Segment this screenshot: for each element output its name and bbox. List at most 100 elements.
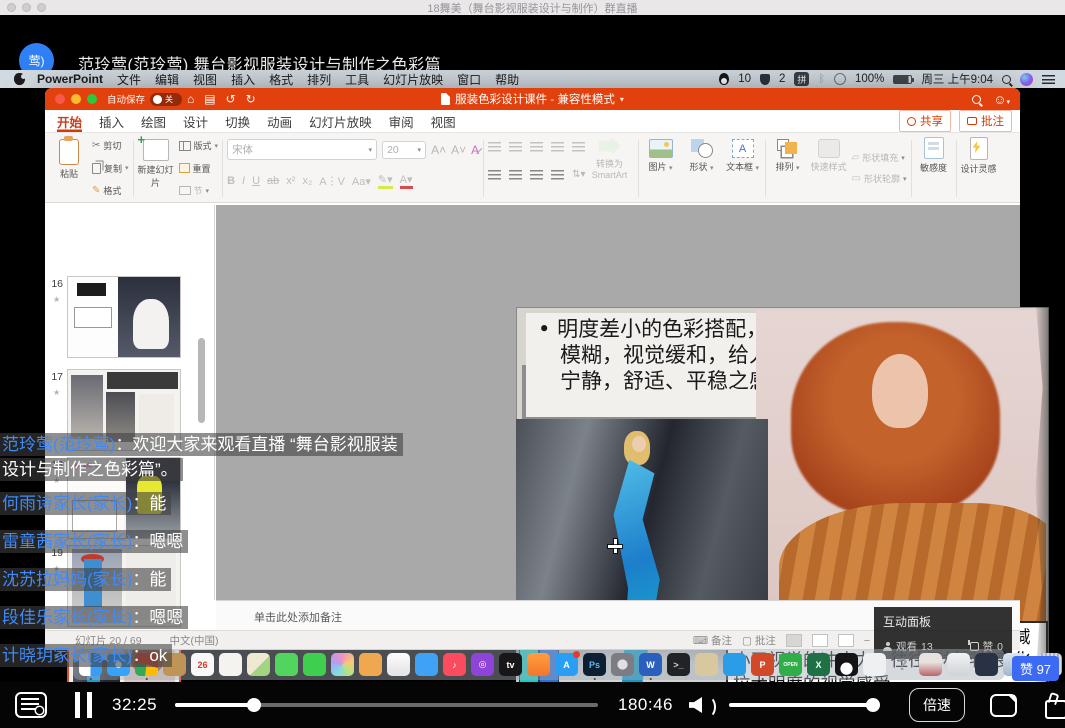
powerpoint-traffic-lights[interactable] <box>55 94 97 104</box>
copy-button[interactable]: 复制▾ <box>92 162 129 175</box>
tab-transitions[interactable]: 切换 <box>225 110 250 132</box>
new-slide-button[interactable]: 新建幻灯片 <box>138 139 174 189</box>
account-smiley-icon[interactable]: ☺▾ <box>993 92 1010 107</box>
font-color-button[interactable]: A▾ <box>400 173 413 189</box>
playback-speed-button[interactable]: 倍速 <box>909 688 965 722</box>
message-status-icon[interactable] <box>760 74 770 85</box>
ppt-search-icon[interactable] <box>972 95 981 104</box>
terminal-icon[interactable]: >_ <box>667 653 690 676</box>
thumbnail-scrollbar[interactable] <box>198 338 205 423</box>
like-count-button[interactable]: 赞 97 <box>1012 656 1059 681</box>
shape-outline-button[interactable]: ▭形状轮廓▾ <box>852 172 907 185</box>
music-icon[interactable]: ♪ <box>443 653 466 676</box>
slide-photo-red-hair-model[interactable] <box>756 310 1046 622</box>
increase-indent-icon[interactable] <box>551 142 564 152</box>
sensitivity-button[interactable]: 敏感度 <box>916 137 952 200</box>
clear-format-icon[interactable]: A̷ <box>471 143 479 157</box>
menu-format[interactable]: 格式 <box>269 71 293 88</box>
apple-menu-icon[interactable] <box>14 73 25 85</box>
menu-insert[interactable]: 插入 <box>231 71 255 88</box>
align-left-icon[interactable] <box>488 170 501 180</box>
books-icon[interactable] <box>527 653 550 676</box>
window-preview-2-icon[interactable] <box>947 653 970 676</box>
quick-style-button[interactable]: 快速样式 <box>811 139 847 173</box>
doc-title-chevron-icon[interactable]: ▾ <box>620 95 624 104</box>
volume-icon[interactable] <box>689 694 715 716</box>
grow-font-icon[interactable]: A˄ <box>431 143 446 157</box>
app-store-icon[interactable]: A <box>555 653 578 676</box>
subscript-button[interactable]: x₂ <box>302 175 312 187</box>
slide-sorter-view-button[interactable] <box>812 634 828 647</box>
format-painter-button[interactable]: ✎格式 <box>92 184 129 197</box>
volume-slider[interactable] <box>729 703 879 707</box>
strikethrough-button[interactable]: ab <box>267 175 279 187</box>
tab-animations[interactable]: 动画 <box>267 110 292 132</box>
undo-icon[interactable]: ↺ <box>226 93 236 105</box>
tab-view[interactable]: 视图 <box>431 110 456 132</box>
menu-arrange[interactable]: 排列 <box>307 71 331 88</box>
underline-button[interactable]: U <box>252 175 260 187</box>
wps-open-icon[interactable]: OPEN <box>779 653 802 676</box>
menu-help[interactable]: 帮助 <box>495 71 519 88</box>
battery-app-icon[interactable] <box>863 653 886 676</box>
menubar-clock[interactable]: 周三 上午9:04 <box>921 71 993 87</box>
qq-icon[interactable] <box>835 653 858 676</box>
layout-button[interactable]: 版式▾ <box>179 139 219 152</box>
line-spacing-icon[interactable] <box>572 142 585 152</box>
shrink-font-icon[interactable]: A˅ <box>451 143 466 157</box>
shape-fill-button[interactable]: ▱形状填充▾ <box>852 151 907 164</box>
normal-view-button[interactable] <box>786 634 802 647</box>
photoshop-icon[interactable]: Ps <box>583 653 606 676</box>
system-preferences-icon[interactable] <box>611 653 634 676</box>
input-method-icon[interactable]: 拼 <box>794 72 809 86</box>
font-name-select[interactable]: 宋体▾ <box>227 139 377 160</box>
ppt-close-icon[interactable] <box>55 94 65 104</box>
tab-review[interactable]: 审阅 <box>389 110 414 132</box>
slide-thumbnail-16[interactable] <box>67 276 181 358</box>
tab-home[interactable]: 开始 <box>57 110 82 132</box>
menu-tools[interactable]: 工具 <box>345 71 369 88</box>
decrease-indent-icon[interactable] <box>530 142 543 152</box>
rotate-screen-icon[interactable] <box>990 694 1017 717</box>
like-thumb-icon[interactable] <box>1039 693 1065 717</box>
section-button[interactable]: 节▾ <box>179 184 219 197</box>
spotlight-search-icon[interactable] <box>1002 75 1011 84</box>
menu-file[interactable]: 文件 <box>117 71 141 88</box>
ppt-minimize-icon[interactable] <box>71 94 81 104</box>
screen-mirroring-icon[interactable] <box>834 73 846 85</box>
shape-button[interactable]: 形状 ▾ <box>684 139 720 173</box>
podcasts-icon[interactable]: ◎ <box>471 653 494 676</box>
textbox-button[interactable]: A文本框 ▾ <box>725 139 761 173</box>
align-center-icon[interactable] <box>509 170 522 180</box>
tab-insert[interactable]: 插入 <box>99 110 124 132</box>
progress-thumb[interactable] <box>247 698 261 712</box>
home-icon[interactable]: ⌂ <box>187 93 194 105</box>
bullets-icon[interactable] <box>488 142 501 152</box>
design-ideas-button[interactable]: 设计灵感 <box>961 137 997 200</box>
tab-design[interactable]: 设计 <box>183 110 208 132</box>
menu-window[interactable]: 窗口 <box>457 71 481 88</box>
help-icon[interactable]: ? <box>891 653 914 676</box>
apple-tv-icon[interactable]: tv <box>499 653 522 676</box>
bluetooth-icon[interactable]: ᛒ <box>818 73 825 85</box>
reset-button[interactable]: 重置 <box>179 162 219 175</box>
window-preview-1-icon[interactable] <box>919 653 942 676</box>
tab-draw[interactable]: 绘图 <box>141 110 166 132</box>
archive-utility-icon[interactable] <box>695 653 718 676</box>
picture-button[interactable]: 图片 ▾ <box>643 139 679 173</box>
notification-center-icon[interactable] <box>1042 75 1055 84</box>
zoom-out-icon[interactable]: − <box>864 635 870 647</box>
share-button[interactable]: 共享 <box>899 110 951 132</box>
redo-icon[interactable]: ↻ <box>246 93 256 105</box>
excel-icon[interactable]: X <box>807 653 830 676</box>
font-size-select[interactable]: 20▾ <box>382 141 426 159</box>
powerpoint-icon[interactable]: P <box>751 653 774 676</box>
menu-edit[interactable]: 编辑 <box>155 71 179 88</box>
transcript-icon[interactable] <box>15 692 47 718</box>
volume-thumb[interactable] <box>866 698 880 712</box>
menu-view[interactable]: 视图 <box>193 71 217 88</box>
autosave-toggle[interactable]: 关 <box>150 93 182 106</box>
superscript-button[interactable]: x² <box>286 175 295 187</box>
save-icon[interactable]: ▤ <box>204 93 215 105</box>
align-right-icon[interactable] <box>530 170 543 180</box>
